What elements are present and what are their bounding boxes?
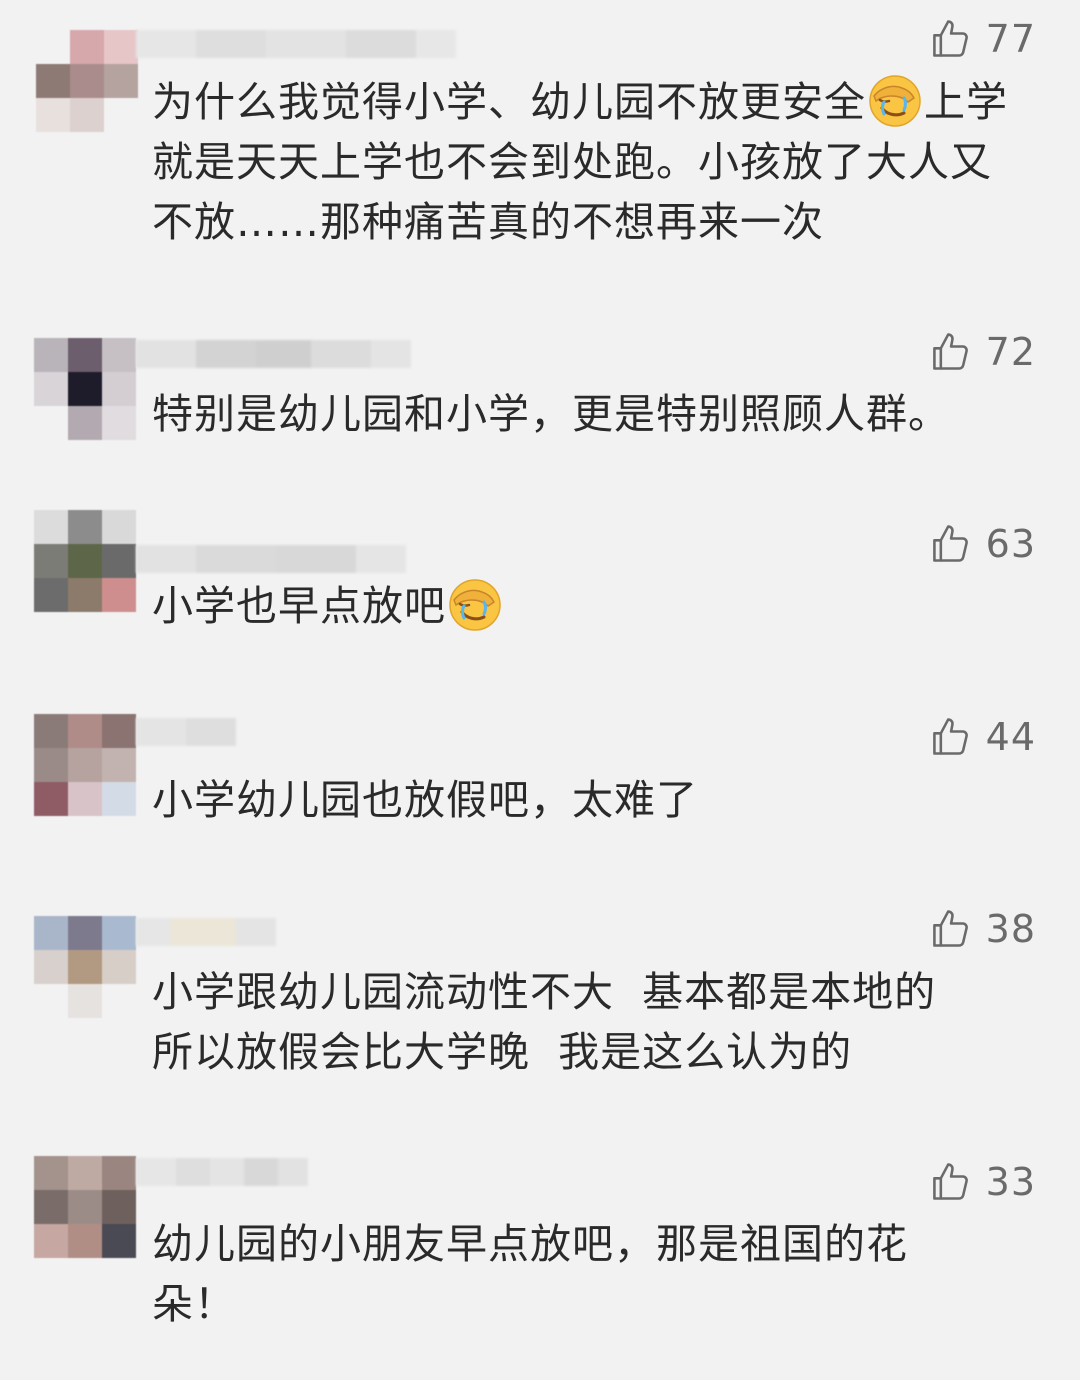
thumbs-up-icon: [932, 333, 968, 370]
comment-text: 小学跟幼儿园流动性不大 基本都是本地的 所以放假会比大学晚 我是这么认为的: [152, 968, 937, 1076]
avatar[interactable]: [34, 338, 136, 440]
like-button[interactable]: 44: [928, 713, 1036, 761]
facepalm-crying-emoji-icon: [869, 75, 921, 127]
comment-text: 幼儿园的小朋友早点放吧，那是祖国的花朵！: [152, 1220, 908, 1328]
avatar[interactable]: [34, 916, 136, 1018]
avatar[interactable]: [34, 1156, 136, 1258]
username[interactable]: [136, 340, 411, 368]
like-count: 38: [985, 907, 1036, 951]
like-button[interactable]: 33: [928, 1158, 1036, 1206]
like-button[interactable]: 72: [928, 328, 1036, 376]
avatar[interactable]: [34, 510, 136, 612]
like-count: 63: [985, 522, 1036, 566]
like-button[interactable]: 38: [928, 905, 1036, 953]
like-count: 77: [985, 17, 1036, 61]
comment-text: 为什么我觉得小学、幼儿园不放更安全 上学就是天天上学也不会到处跑。小孩放了大人又…: [152, 72, 1032, 252]
username[interactable]: [136, 1158, 308, 1186]
thumbs-up-icon: [932, 910, 968, 947]
username[interactable]: [136, 30, 456, 58]
comment-text: 小学也早点放吧: [152, 576, 1032, 636]
username[interactable]: [136, 718, 236, 746]
facepalm-crying-emoji-icon: [449, 579, 501, 631]
like-button[interactable]: 77: [928, 15, 1036, 63]
avatar[interactable]: [34, 714, 136, 816]
avatar[interactable]: [36, 30, 138, 132]
username[interactable]: [136, 545, 406, 573]
thumbs-up-icon: [932, 525, 968, 562]
thumbs-up-icon: [932, 1163, 968, 1200]
like-count: 33: [985, 1160, 1036, 1204]
username[interactable]: [136, 918, 276, 946]
comment-text: 小学幼儿园也放假吧，太难了: [152, 776, 698, 824]
thumbs-up-icon: [932, 20, 968, 57]
like-count: 44: [985, 715, 1036, 759]
comment-text: 特别是幼儿园和小学，更是特别照顾人群。: [152, 390, 950, 438]
like-count: 72: [985, 330, 1036, 374]
like-button[interactable]: 63: [928, 520, 1036, 568]
thumbs-up-icon: [932, 718, 968, 755]
